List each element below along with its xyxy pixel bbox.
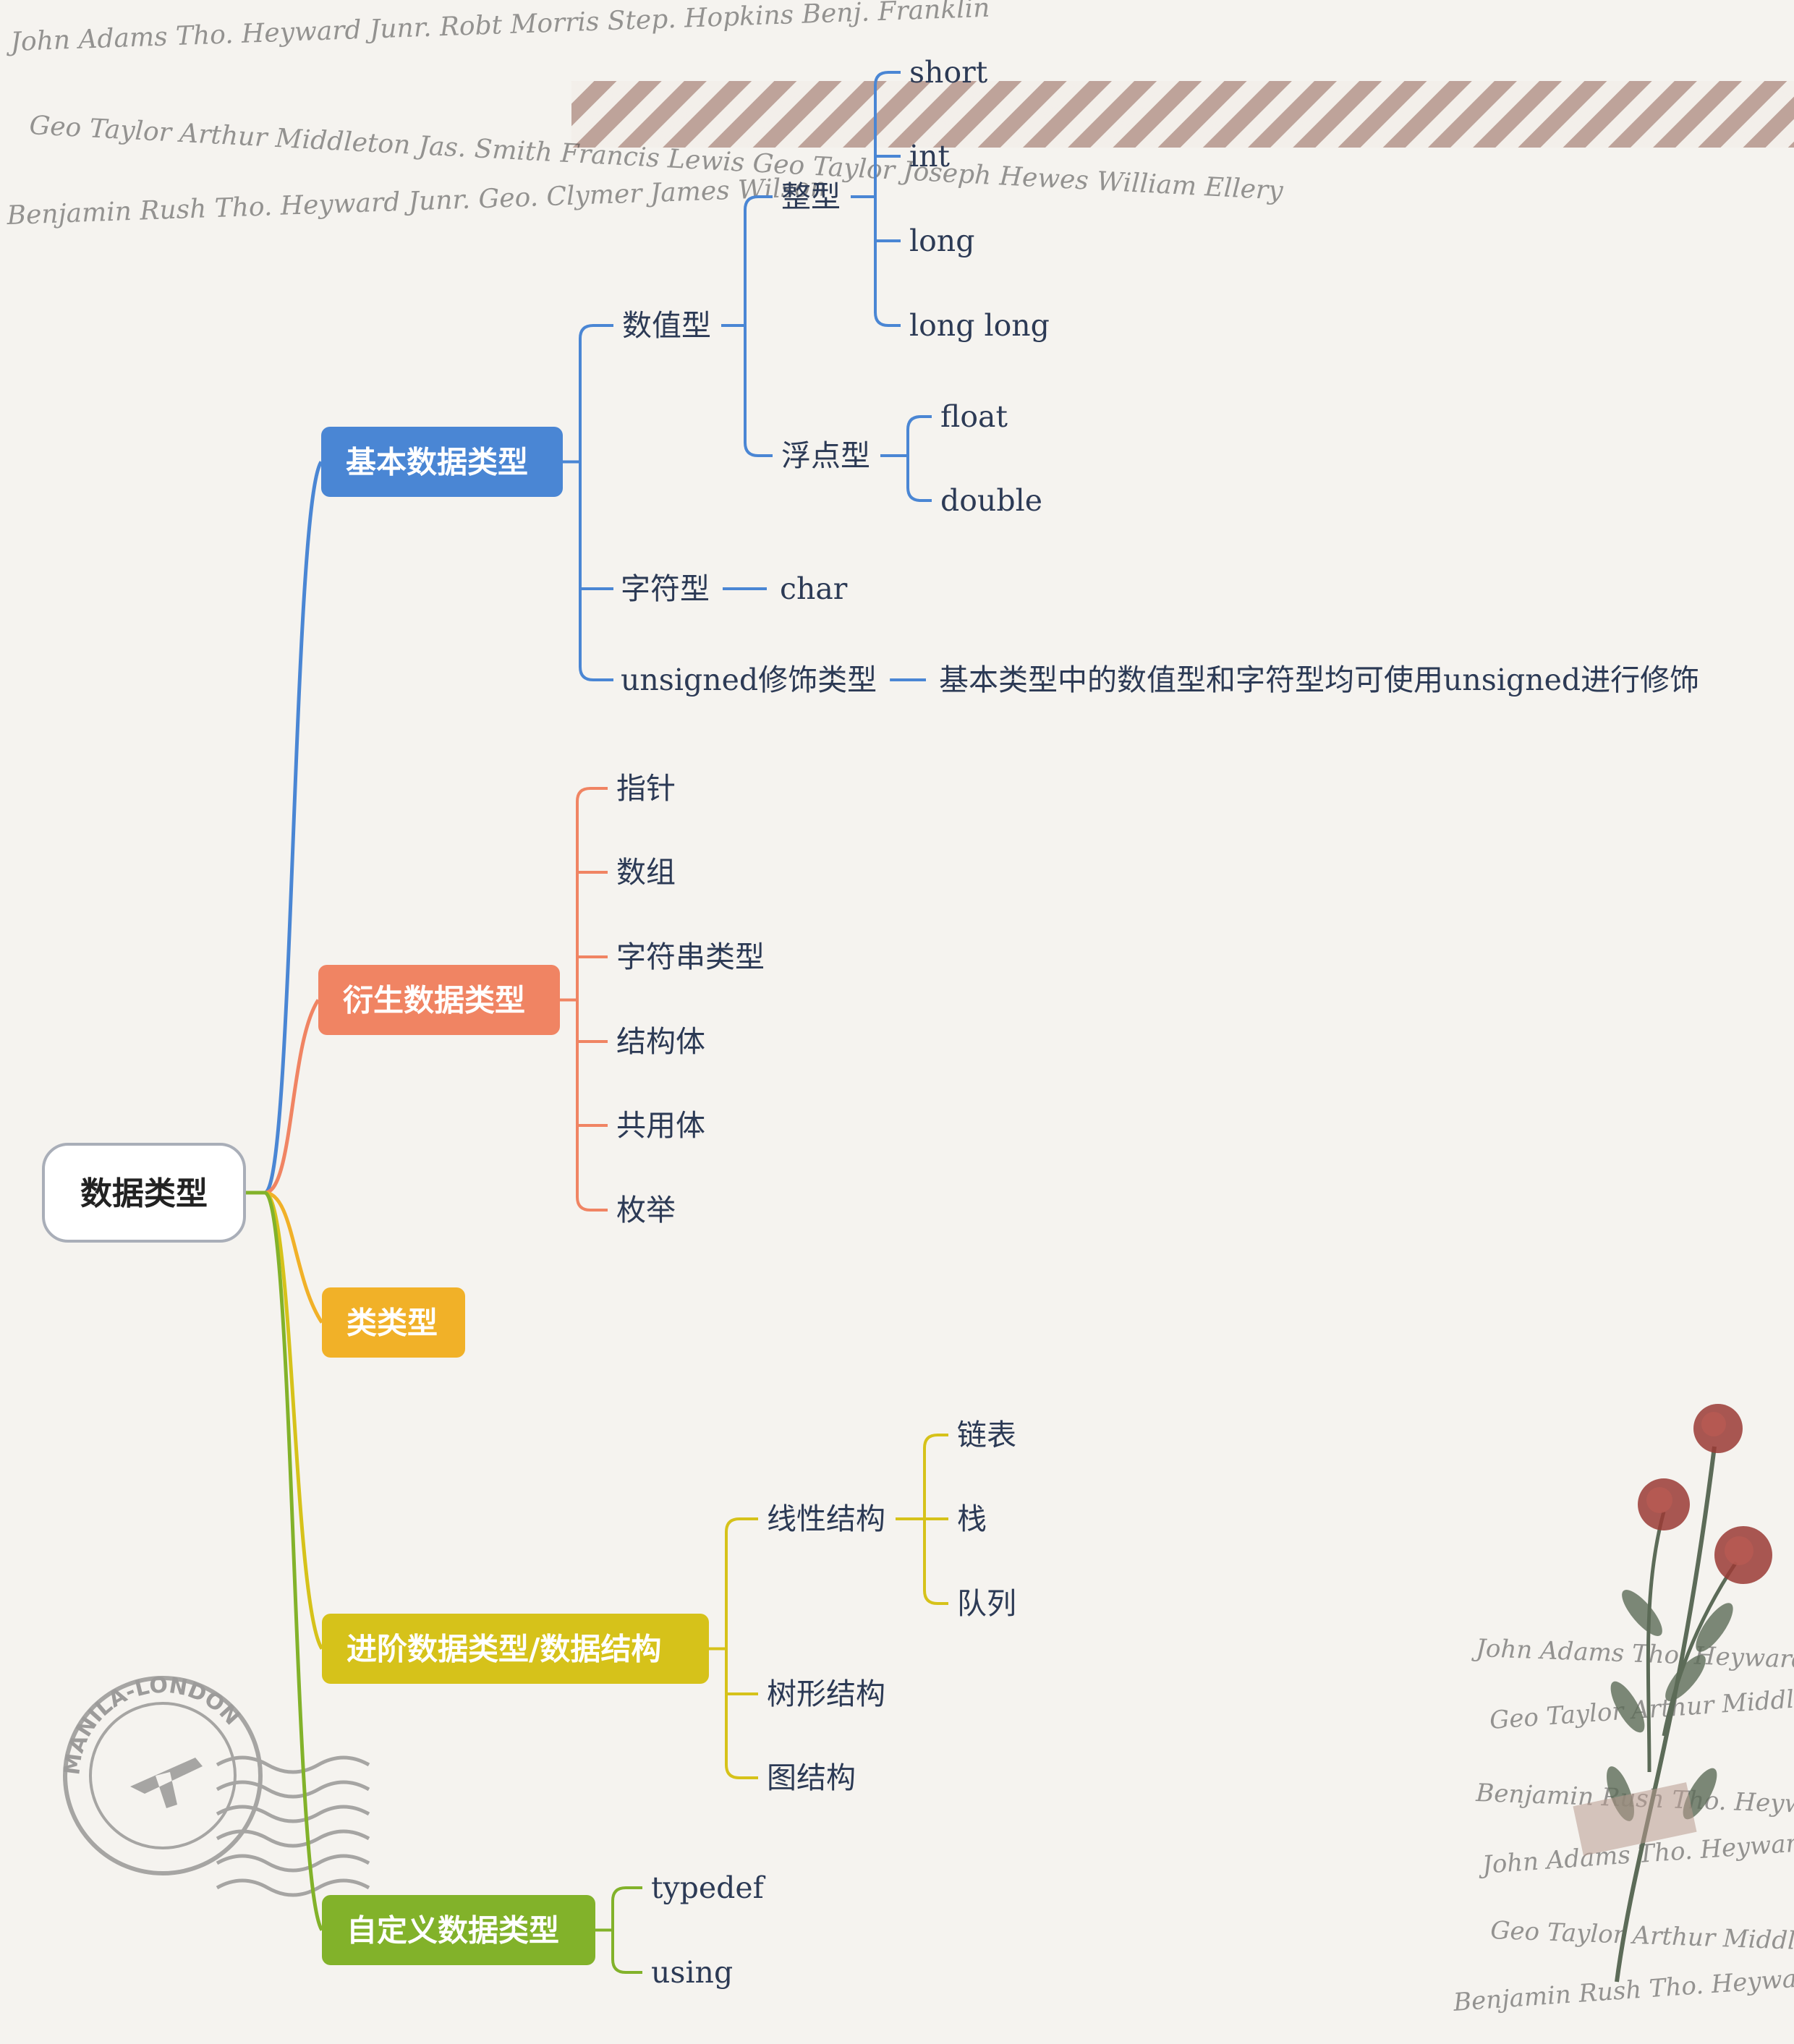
topic-node[interactable]: 共用体 (616, 1108, 705, 1143)
topic-node[interactable]: 枚举 (616, 1193, 676, 1227)
striped-tape-decoration (571, 81, 1794, 148)
leaf-node[interactable]: long long (909, 308, 1050, 343)
leaf-node[interactable]: int (909, 139, 951, 174)
topic-node[interactable]: 浮点型 (781, 438, 870, 473)
background-decoration: John Adams Tho. Heyward Junr. Robt Morri… (5, 0, 1794, 2017)
topic-node[interactable]: typedef (651, 1870, 766, 1905)
topic-node[interactable]: 字符型 (621, 571, 710, 606)
branch-node[interactable]: 类类型 (322, 1287, 465, 1358)
branch-label: 类类型 (347, 1306, 438, 1341)
topic-node[interactable]: 整型 (781, 179, 841, 214)
leaf-node[interactable]: short (909, 55, 988, 90)
topic-node[interactable]: 栈 (957, 1502, 987, 1536)
topic-node[interactable]: 树形结构 (767, 1677, 885, 1711)
branch-label: 进阶数据类型/数据结构 (347, 1632, 661, 1667)
postmark-stamp: MANILA-LONDON (59, 1673, 370, 1897)
topic-node[interactable]: unsigned修饰类型 (621, 663, 877, 697)
branch-node[interactable]: 自定义数据类型 (322, 1895, 595, 1965)
topic-node[interactable]: 指针 (616, 771, 676, 806)
topic-node[interactable]: 字符串类型 (616, 940, 765, 974)
topic-node[interactable]: 线性结构 (767, 1502, 885, 1536)
branch-node[interactable]: 进阶数据类型/数据结构 (322, 1614, 709, 1684)
branch-node[interactable]: 基本数据类型 (321, 427, 563, 497)
signature-text: John Adams Tho. Heyward Junr. Robt Morri… (5, 0, 990, 57)
mindmap-canvas: John Adams Tho. Heyward Junr. Robt Morri… (5, 0, 1794, 2017)
leaf-node[interactable]: long (909, 223, 974, 258)
leaf-node[interactable]: double (940, 483, 1042, 518)
svg-text:MANILA-LONDON: MANILA-LONDON (59, 1673, 245, 1776)
leaf-node[interactable]: float (940, 399, 1008, 434)
topic-node[interactable]: 数组 (616, 855, 676, 890)
topic-node[interactable]: 链表 (957, 1418, 1016, 1452)
branch-label: 衍生数据类型 (343, 983, 525, 1018)
branch-label: 基本数据类型 (346, 445, 528, 480)
root-label: 数据类型 (80, 1175, 208, 1212)
topic-node[interactable]: 图结构 (767, 1760, 856, 1795)
topic-node[interactable]: 结构体 (616, 1024, 705, 1059)
root-node[interactable]: 数据类型 (42, 1143, 246, 1243)
leaf-node[interactable]: 基本类型中的数值型和字符型均可使用unsigned进行修饰 (939, 663, 1699, 697)
nodes-layer: 数据类型 基本数据类型 数值型 整型 short int long long long 浮点型 f… (42, 55, 1699, 1990)
branch-label: 自定义数据类型 (347, 1913, 559, 1949)
leaf-node[interactable]: char (780, 571, 848, 606)
topic-node[interactable]: using (651, 1955, 733, 1990)
signature-text: John Adams Tho. Heyward Junr. Robt Morri… (1471, 1634, 1794, 1695)
branch-node[interactable]: 衍生数据类型 (318, 965, 560, 1035)
signature-text: Benjamin Rush Tho. Heyward Junr. Geo. Cl… (6, 172, 828, 231)
topic-node[interactable]: 数值型 (622, 308, 711, 343)
topic-node[interactable]: 队列 (957, 1586, 1016, 1621)
